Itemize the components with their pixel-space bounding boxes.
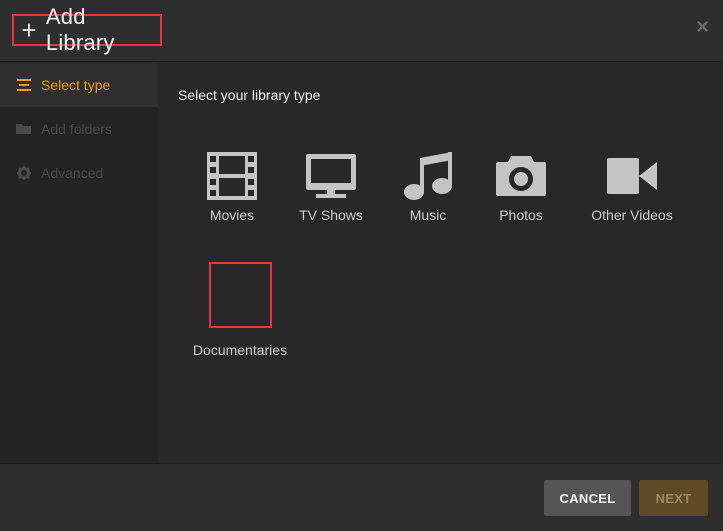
sidebar-item-label: Advanced	[41, 165, 104, 181]
sidebar-item-add-folders[interactable]: Add folders	[0, 107, 158, 151]
folder-icon	[16, 122, 32, 136]
tv-icon	[296, 149, 366, 203]
library-type-music[interactable]: Music	[398, 149, 458, 223]
library-type-label: Photos	[499, 207, 543, 223]
dialog-title-text: Add Library	[45, 4, 115, 55]
wizard-sidebar: Select type Add folders Advanced	[0, 63, 158, 463]
sidebar-item-label: Select type	[41, 77, 111, 93]
library-type-label: Music	[409, 207, 447, 223]
library-type-label: TV Shows	[299, 207, 363, 223]
cancel-button[interactable]: CANCEL	[544, 480, 631, 516]
section-heading: Select your library type	[178, 87, 321, 103]
next-button[interactable]: NEXT	[639, 480, 708, 516]
sidebar-item-advanced[interactable]: Advanced	[0, 151, 158, 195]
film-icon	[198, 149, 266, 203]
library-type-panel: Select your library type Movies TV Shows…	[158, 63, 723, 463]
library-type-label: Other Videos	[591, 207, 673, 223]
camera-icon	[490, 149, 552, 203]
dialog-title: + Add Library	[12, 4, 162, 55]
video-camera-icon	[586, 149, 678, 203]
add-library-dialog: + Add Library × Select type Add folders	[0, 0, 723, 531]
list-icon	[16, 78, 32, 92]
close-icon[interactable]: ×	[696, 16, 709, 38]
library-type-label: Movies	[209, 207, 255, 223]
library-type-movies[interactable]: Movies	[198, 149, 266, 223]
library-type-other-videos[interactable]: Other Videos	[586, 149, 678, 223]
music-note-icon	[398, 149, 458, 203]
library-type-documentaries[interactable]: Documentaries	[184, 262, 296, 358]
documentaries-icon-placeholder	[208, 262, 272, 328]
library-type-tv-shows[interactable]: TV Shows	[296, 149, 366, 223]
sidebar-item-label: Add folders	[41, 121, 112, 137]
sidebar-item-select-type[interactable]: Select type	[0, 63, 158, 107]
library-type-photos[interactable]: Photos	[490, 149, 552, 223]
dialog-footer: CANCEL NEXT	[0, 463, 723, 531]
gear-icon	[16, 166, 32, 180]
plus-icon: +	[21, 15, 37, 45]
dialog-header: + Add Library ×	[0, 0, 723, 62]
library-type-label: Documentaries	[192, 342, 288, 358]
